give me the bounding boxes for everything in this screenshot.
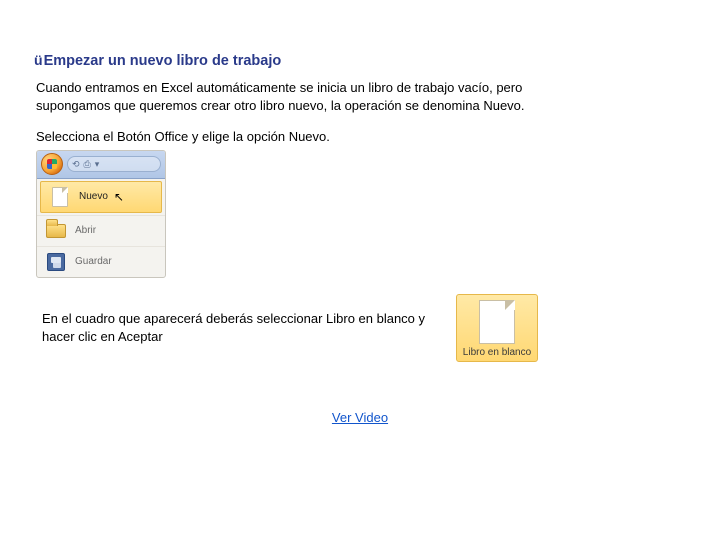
- menu-item-nuevo[interactable]: Nuevo ↖: [40, 181, 162, 213]
- menu-item-label: Guardar: [75, 256, 112, 267]
- quick-access-toolbar: ⟲⎙▾: [67, 156, 161, 172]
- menu-item-label: Nuevo: [79, 191, 108, 202]
- office-menu-mock: ⟲⎙▾ Nuevo ↖ Abrir Guardar: [36, 150, 166, 278]
- tile-label: Libro en blanco: [461, 347, 533, 358]
- ver-video-link[interactable]: Ver Video: [34, 410, 686, 425]
- heading-row: ü Empezar un nuevo libro de trabajo: [34, 52, 686, 69]
- dialog-instruction-text: En el cuadro que aparecerá deberás selec…: [42, 310, 442, 345]
- check-icon: ü: [34, 52, 43, 68]
- intro-paragraph: Cuando entramos en Excel automáticamente…: [36, 79, 596, 114]
- new-file-icon: [49, 187, 71, 207]
- libro-en-blanco-tile[interactable]: Libro en blanco: [456, 294, 538, 362]
- blank-document-icon: [479, 300, 515, 344]
- instruction-paragraph: Selecciona el Botón Office y elige la op…: [36, 128, 596, 146]
- page-title: Empezar un nuevo libro de trabajo: [44, 53, 282, 69]
- menu-item-label: Abrir: [75, 225, 96, 236]
- cursor-icon: ↖: [114, 190, 124, 204]
- dialog-instruction-row: En el cuadro que aparecerá deberás selec…: [42, 294, 686, 362]
- menu-item-guardar[interactable]: Guardar: [37, 246, 165, 277]
- menu-item-abrir[interactable]: Abrir: [37, 215, 165, 246]
- office-button-icon: [41, 153, 63, 175]
- open-folder-icon: [45, 221, 67, 241]
- office-menu-list: Nuevo ↖ Abrir Guardar: [37, 181, 165, 277]
- save-disk-icon: [45, 252, 67, 272]
- office-titlebar: ⟲⎙▾: [37, 151, 165, 179]
